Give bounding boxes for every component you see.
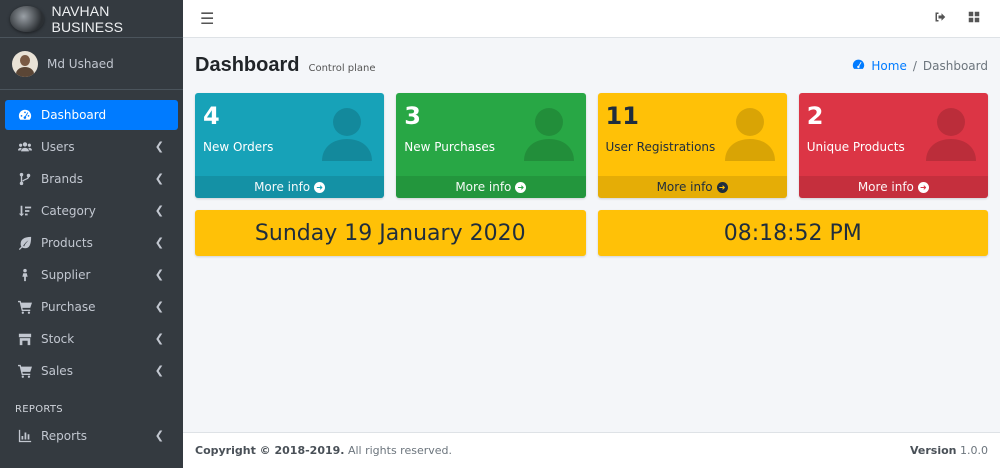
page-footer: Copyright © 2018-2019. All rights reserv… (183, 432, 1000, 468)
user-icon (924, 105, 978, 161)
reports-nav: Reports ❮ (0, 421, 183, 451)
sidebar-item-users[interactable]: Users ❮ (5, 132, 178, 162)
chevron-left-icon: ❮ (154, 429, 164, 442)
arrow-circle-right-icon: ➜ (917, 181, 929, 193)
user-name[interactable]: Md Ushaed (47, 57, 114, 71)
more-info-label: More info (254, 180, 311, 194)
more-info-link[interactable]: More info ➜ (195, 176, 385, 198)
more-info-label: More info (857, 180, 914, 194)
breadcrumb-home-label: Home (871, 58, 907, 73)
page-title: Dashboard (195, 54, 300, 76)
more-info-link[interactable]: More info ➜ (798, 176, 988, 198)
chevron-left-icon: ❮ (154, 204, 164, 217)
breadcrumb-separator: / (912, 58, 917, 73)
sidebar-item-reports[interactable]: Reports ❮ (5, 421, 178, 451)
chevron-left-icon: ❮ (154, 268, 164, 281)
date-display: Sunday 19 January 2020 (195, 210, 586, 256)
date-time-row: Sunday 19 January 2020 08:18:52 PM (195, 210, 988, 256)
chevron-left-icon: ❮ (154, 236, 164, 249)
sort-icon (17, 204, 33, 218)
person-icon (17, 268, 33, 282)
user-icon (320, 105, 374, 161)
leaf-icon (17, 236, 33, 250)
stat-inner: 3 New Purchases (396, 93, 585, 176)
sidebar-item-label: Products (41, 236, 93, 250)
brand-title: NAVHAN BUSINESS (51, 2, 124, 35)
brand-link[interactable]: NAVHAN BUSINESS (0, 0, 183, 38)
version-number: 1.0.0 (956, 444, 988, 457)
sidebar-item-supplier[interactable]: Supplier ❮ (5, 260, 178, 290)
bar-chart-icon (17, 429, 33, 443)
breadcrumb-home[interactable]: Home (852, 58, 907, 74)
sidebar-item-stock[interactable]: Stock ❮ (5, 324, 178, 354)
sidebar-item-label: Purchase (41, 300, 96, 314)
chevron-left-icon: ❮ (154, 300, 164, 313)
stat-box-user-registrations: 11 User Registrations More info ➜ (597, 93, 787, 198)
more-info-label: More info (455, 180, 512, 194)
chevron-left-icon: ❮ (154, 140, 164, 153)
version-label: Version (909, 444, 957, 457)
cart-icon (17, 364, 33, 378)
chevron-left-icon: ❮ (154, 332, 164, 345)
sidebar-item-label: Stock (41, 332, 75, 346)
arrow-circle-right-icon: ➜ (515, 181, 527, 193)
logout-icon[interactable] (934, 11, 946, 26)
breadcrumb-current: Dashboard (922, 58, 988, 73)
tachometer-icon (17, 108, 33, 122)
more-info-link[interactable]: More info ➜ (597, 176, 787, 198)
stat-box-new-purchases: 3 New Purchases More info ➜ (396, 93, 586, 198)
chevron-left-icon: ❮ (154, 364, 164, 377)
sidebar-item-label: Reports (41, 429, 88, 443)
stat-inner: 2 Unique Products (799, 93, 988, 176)
breadcrumb: Home / Dashboard (852, 58, 988, 74)
sidebar-item-sales[interactable]: Sales ❮ (5, 356, 178, 386)
more-info-label: More info (656, 180, 713, 194)
sidebar-item-purchase[interactable]: Purchase ❮ (5, 292, 178, 322)
stat-inner: 4 New Orders (195, 93, 384, 176)
arrow-circle-right-icon: ➜ (314, 181, 326, 193)
code-branch-icon (17, 172, 33, 186)
stat-box-unique-products: 2 Unique Products More info ➜ (798, 93, 988, 198)
users-icon (17, 140, 33, 154)
copyright-text: Copyright © 2018-2019. (195, 444, 345, 457)
sidebar-item-label: Users (41, 140, 75, 154)
sidebar-item-category[interactable]: Category ❮ (5, 196, 178, 226)
sidebar-item-label: Sales (41, 364, 73, 378)
user-panel[interactable]: Md Ushaed (0, 38, 183, 90)
sidebar: NAVHAN BUSINESS Md Ushaed Dashboard User… (0, 0, 183, 468)
time-display: 08:18:52 PM (597, 210, 988, 256)
sidebar-item-brands[interactable]: Brands ❮ (5, 164, 178, 194)
brand-logo (10, 5, 44, 32)
sidebar-item-label: Supplier (41, 268, 91, 282)
content-header: Dashboard Control plane Home / Dashboard (195, 38, 988, 93)
sidebar-item-dashboard[interactable]: Dashboard (5, 100, 178, 130)
stat-inner: 11 User Registrations (598, 93, 787, 176)
stat-boxes: 4 New Orders More info ➜ 3 New Purchases… (195, 93, 988, 198)
store-icon (17, 332, 33, 346)
grid-icon[interactable] (968, 11, 980, 26)
rights-text: All rights reserved. (344, 444, 452, 457)
sidebar-item-products[interactable]: Products ❮ (5, 228, 178, 258)
stat-box-new-orders: 4 New Orders More info ➜ (195, 93, 385, 198)
more-info-link[interactable]: More info ➜ (396, 176, 586, 198)
cart-icon (17, 300, 33, 314)
user-icon (723, 105, 777, 161)
sidebar-item-label: Brands (41, 172, 83, 186)
user-icon (522, 105, 576, 161)
arrow-circle-right-icon: ➜ (716, 181, 728, 193)
version-info: Version 1.0.0 (910, 444, 988, 457)
main-content: Dashboard Control plane Home / Dashboard… (183, 38, 1000, 432)
sidebar-nav: Dashboard Users ❮ Brands ❮ Category ❮ Pr… (0, 90, 183, 386)
page-subtitle: Control plane (308, 62, 376, 74)
top-right-actions (934, 11, 980, 26)
menu-toggle-icon[interactable]: ☰ (200, 9, 214, 28)
top-navbar: ☰ (183, 0, 1000, 38)
sidebar-item-label: Dashboard (41, 108, 107, 122)
tachometer-icon (852, 58, 871, 74)
avatar (12, 50, 38, 77)
reports-header: REPORTS (15, 404, 63, 415)
sidebar-item-label: Category (41, 204, 96, 218)
chevron-left-icon: ❮ (154, 172, 164, 185)
